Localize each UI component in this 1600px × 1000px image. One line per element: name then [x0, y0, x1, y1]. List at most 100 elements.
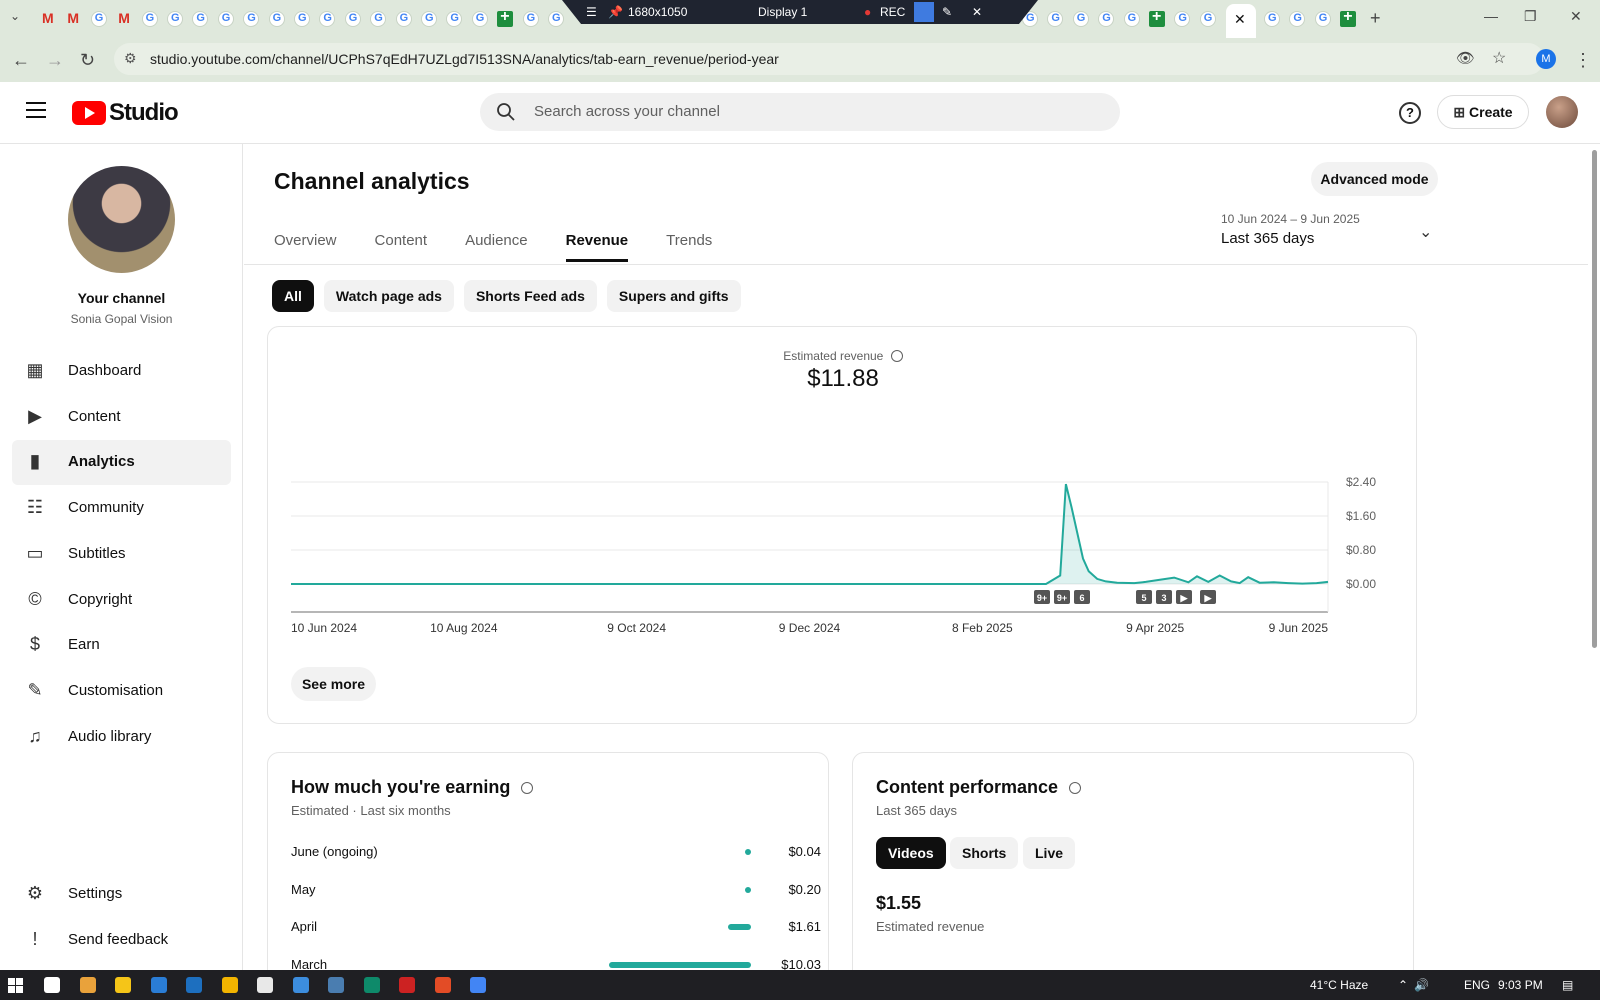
google-tab-icon[interactable]: [522, 11, 539, 27]
google-tab-icon[interactable]: [421, 11, 437, 27]
google-tab-icon[interactable]: [1264, 11, 1280, 27]
google-tab-icon[interactable]: [243, 11, 260, 27]
account-avatar[interactable]: [1546, 96, 1578, 128]
recorder-icon[interactable]: [399, 977, 415, 993]
sidebar-item-audio-library[interactable]: ♫ Audio library: [12, 715, 231, 760]
video-marker[interactable]: 3: [1156, 590, 1172, 604]
date-range-dates[interactable]: 10 Jun 2024 – 9 Jun 2025: [1221, 212, 1360, 226]
close-tab-icon[interactable]: ✕: [1234, 11, 1246, 28]
google-tab-icon[interactable]: [1047, 11, 1064, 27]
chrome-active-icon[interactable]: [470, 977, 486, 993]
google-tab-icon[interactable]: [548, 11, 564, 27]
google-tab-icon[interactable]: [1289, 11, 1306, 27]
store-icon[interactable]: [150, 977, 167, 993]
google-tab-icon[interactable]: [192, 11, 209, 27]
tab-overview[interactable]: Overview: [274, 232, 337, 262]
tab-trends[interactable]: Trends: [666, 232, 712, 262]
file-explorer-icon[interactable]: [115, 977, 131, 993]
chrome-icon[interactable]: [221, 977, 238, 993]
google-tab-icon[interactable]: [294, 11, 310, 27]
taskbar-weather[interactable]: 41°C Haze: [1310, 978, 1368, 992]
sidebar-item-send-feedback[interactable]: ! Send feedback: [12, 918, 231, 963]
notepad-icon[interactable]: [257, 977, 273, 993]
sidebar-item-community[interactable]: ☷ Community: [12, 486, 231, 531]
recorder-camera-icon[interactable]: [914, 2, 934, 22]
channel-avatar[interactable]: [68, 166, 175, 273]
taskbar-time[interactable]: 9:03 PM: [1498, 978, 1543, 992]
minimize-icon[interactable]: —: [1484, 8, 1498, 24]
video-marker[interactable]: 9+: [1054, 590, 1070, 604]
recorder-rec-label[interactable]: REC: [880, 5, 905, 19]
segment-shorts[interactable]: Shorts: [950, 837, 1019, 869]
video-marker[interactable]: 5: [1136, 590, 1152, 604]
new-tab-icon[interactable]: +: [1370, 8, 1381, 29]
search-bar[interactable]: Search across your channel: [480, 93, 1120, 131]
video-marker[interactable]: 9+: [1034, 590, 1050, 604]
google-tab-icon[interactable]: [1123, 11, 1140, 27]
google-tab-icon[interactable]: [1072, 11, 1089, 27]
sidebar-item-subtitles[interactable]: ▭ Subtitles: [12, 532, 231, 577]
calculator-icon[interactable]: [328, 977, 344, 993]
google-tab-icon[interactable]: [370, 11, 387, 27]
google-tab-icon[interactable]: [395, 11, 412, 27]
google-tab-icon[interactable]: [446, 11, 463, 27]
sidebar-item-content[interactable]: ▶ Content: [12, 395, 231, 440]
page-scrollbar[interactable]: [1588, 144, 1600, 970]
tray-chevron-icon[interactable]: ⌃: [1398, 978, 1408, 992]
chrome-profile-icon[interactable]: [434, 977, 451, 993]
back-icon[interactable]: ←: [12, 50, 30, 71]
chip-supers-and-gifts[interactable]: Supers and gifts: [606, 280, 741, 312]
bookmark-star-icon[interactable]: ☆: [1492, 48, 1506, 68]
notifications-icon[interactable]: ▤: [1562, 978, 1573, 992]
advanced-mode-button[interactable]: Advanced mode: [1311, 162, 1438, 196]
sidebar-item-copyright[interactable]: © Copyright: [12, 578, 231, 623]
gmail-tab-icon[interactable]: [116, 10, 132, 27]
browser-menu-icon[interactable]: ⋮: [1574, 50, 1592, 71]
restore-icon[interactable]: ❐: [1524, 8, 1537, 25]
google-tab-icon[interactable]: [1314, 11, 1331, 27]
tab-content[interactable]: Content: [375, 232, 428, 262]
forward-icon[interactable]: →: [46, 50, 64, 71]
edge-icon[interactable]: [363, 977, 380, 993]
search-taskbar-icon[interactable]: [44, 977, 60, 993]
taskbar-language[interactable]: ENG: [1464, 978, 1490, 992]
outlook-icon[interactable]: [186, 977, 202, 993]
sidebar-item-earn[interactable]: $ Earn: [12, 623, 231, 668]
tab-revenue[interactable]: Revenue: [565, 232, 629, 262]
studio-logo[interactable]: Studio: [72, 99, 179, 127]
sidebar-item-dashboard[interactable]: ▦ Dashboard: [12, 349, 231, 394]
reload-icon[interactable]: ↻: [80, 50, 95, 71]
segment-videos[interactable]: Videos: [876, 837, 946, 869]
chevron-down-icon[interactable]: ⌄: [1419, 222, 1432, 242]
date-range-label[interactable]: Last 365 days: [1221, 230, 1314, 247]
sidebar-item-analytics[interactable]: ▮ Analytics: [12, 440, 231, 486]
revenue-chart[interactable]: $2.40 $1.60 $0.80 $0.00 10 Jun 2024 10 Aug 20…: [268, 327, 1418, 647]
google-tab-icon[interactable]: [344, 11, 361, 27]
sidebar-item-settings[interactable]: ⚙ Settings: [12, 872, 231, 917]
recorder-close-icon[interactable]: ✕: [972, 5, 982, 19]
pin-icon[interactable]: 📌: [608, 5, 623, 19]
site-info-icon[interactable]: ⚙: [124, 50, 137, 67]
sheets-tab-icon[interactable]: [1340, 8, 1357, 27]
gmail-tab-icon[interactable]: [40, 10, 56, 27]
segment-live[interactable]: Live: [1023, 837, 1076, 869]
create-button[interactable]: ⊞ Create: [1437, 95, 1529, 129]
pen-icon[interactable]: ✎: [942, 5, 952, 19]
profile-avatar[interactable]: M: [1536, 49, 1556, 69]
see-more-button[interactable]: See more: [291, 667, 376, 701]
hamburger-icon[interactable]: [26, 102, 46, 118]
google-tab-icon[interactable]: [90, 11, 107, 27]
volume-icon[interactable]: 🔊: [1414, 978, 1429, 992]
sidebar-item-customisation[interactable]: ✎ Customisation: [12, 669, 231, 714]
google-tab-icon[interactable]: [1098, 11, 1115, 27]
video-marker[interactable]: ▶: [1200, 590, 1216, 604]
tab-search-icon[interactable]: ⌄: [10, 9, 20, 23]
eye-off-icon[interactable]: 👁: [1456, 49, 1475, 67]
copilot-icon[interactable]: [79, 977, 96, 993]
google-tab-icon[interactable]: [268, 11, 285, 27]
url-field[interactable]: ⚙ studio.youtube.com/channel/UCPhS7qEdH7…: [114, 43, 1544, 75]
windows-start-icon[interactable]: [8, 978, 23, 993]
active-browser-tab[interactable]: ✕: [1226, 4, 1256, 38]
gmail-tab-icon[interactable]: [65, 10, 81, 27]
url-text[interactable]: studio.youtube.com/channel/UCPhS7qEdH7UZ…: [150, 51, 779, 67]
